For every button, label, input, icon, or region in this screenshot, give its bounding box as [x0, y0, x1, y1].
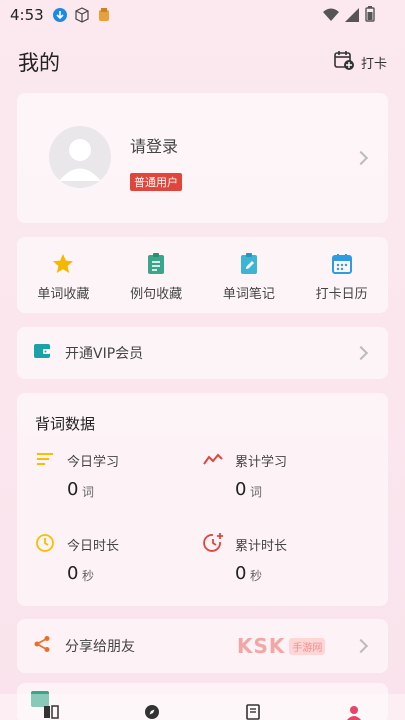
watermark-text: KSK — [237, 634, 286, 658]
stat-value: 0 — [235, 563, 247, 584]
stat-label: 累计时长 — [235, 539, 288, 554]
stats-title: 背词数据 — [35, 415, 96, 433]
share-icon — [33, 635, 51, 657]
stat-value: 0 — [235, 479, 247, 500]
quick-word-favorites[interactable]: 单词收藏 — [17, 237, 110, 313]
stat-unit: 秒 — [250, 569, 263, 583]
app-icon — [96, 7, 112, 23]
stat-unit: 词 — [250, 485, 263, 499]
download-icon — [52, 7, 68, 23]
trend-icon — [203, 449, 223, 469]
bottom-nav — [0, 694, 405, 720]
stat-unit: 词 — [82, 485, 95, 499]
vip-label: 开通VIP会员 — [65, 346, 144, 362]
stat-total-time: 累计时长 0 秒 — [203, 533, 363, 603]
nav-profile-icon[interactable] — [346, 704, 362, 720]
clipboard-list-icon — [143, 251, 169, 277]
clock-plus-icon — [203, 533, 223, 553]
wifi-icon — [323, 7, 339, 26]
status-bar: 4:53 — [0, 0, 405, 30]
stat-label: 今日时长 — [67, 539, 120, 554]
avatar[interactable] — [49, 126, 111, 188]
stats-card: 背词数据 今日学习 0 词 累计学习 0 词 今日时长 0 秒 累计时长 0 秒 — [17, 393, 388, 606]
signal-icon — [345, 7, 359, 26]
chevron-right-icon — [353, 150, 369, 166]
lines-icon — [35, 449, 55, 469]
stat-today-time: 今日时长 0 秒 — [35, 533, 195, 603]
watermark-sub: 手游网 — [289, 637, 326, 655]
share-row[interactable]: 分享给朋友 KSK 手游网 — [17, 619, 388, 673]
page-header: 我的 打卡 — [0, 40, 405, 84]
battery-icon — [365, 6, 375, 26]
login-prompt[interactable]: 请登录 — [130, 133, 178, 157]
clock-icon — [35, 533, 55, 553]
calendar-icon — [329, 251, 355, 277]
stat-label: 今日学习 — [67, 455, 120, 470]
clipboard-edit-icon — [236, 251, 262, 277]
quick-label: 单词笔记 — [222, 287, 275, 302]
share-label: 分享给朋友 — [65, 639, 135, 655]
quick-actions: 单词收藏 例句收藏 单词笔记 打卡日历 — [17, 237, 388, 313]
wallet-icon — [33, 342, 51, 364]
quick-sentence-favorites[interactable]: 例句收藏 — [110, 237, 203, 313]
user-level-badge: 普通用户 — [130, 173, 182, 191]
nav-document-icon[interactable] — [245, 704, 261, 720]
nav-book-icon[interactable] — [43, 704, 59, 720]
quick-label: 单词收藏 — [37, 287, 90, 302]
profile-card[interactable]: 请登录 普通用户 — [17, 93, 388, 223]
status-time: 4:53 — [10, 6, 44, 24]
chevron-right-icon — [353, 345, 369, 361]
quick-label: 打卡日历 — [315, 287, 368, 302]
stat-value: 0 — [67, 563, 79, 584]
stat-value: 0 — [67, 479, 79, 500]
checkin-label: 打卡 — [360, 56, 387, 72]
star-icon — [50, 251, 76, 277]
stat-label: 累计学习 — [235, 455, 288, 470]
stat-total-words: 累计学习 0 词 — [203, 449, 363, 519]
quick-word-notes[interactable]: 单词笔记 — [203, 237, 296, 313]
watermark-logo: KSK 手游网 — [237, 631, 357, 661]
quick-checkin-calendar[interactable]: 打卡日历 — [295, 237, 388, 313]
stat-today-words: 今日学习 0 词 — [35, 449, 195, 519]
cube-icon — [74, 7, 90, 23]
nav-compass-icon[interactable] — [144, 704, 160, 720]
quick-label: 例句收藏 — [130, 287, 183, 302]
page-title: 我的 — [18, 51, 60, 75]
calendar-add-icon — [333, 50, 355, 74]
checkin-button[interactable]: 打卡 — [333, 50, 387, 74]
stat-unit: 秒 — [82, 569, 95, 583]
vip-row[interactable]: 开通VIP会员 — [17, 327, 388, 379]
